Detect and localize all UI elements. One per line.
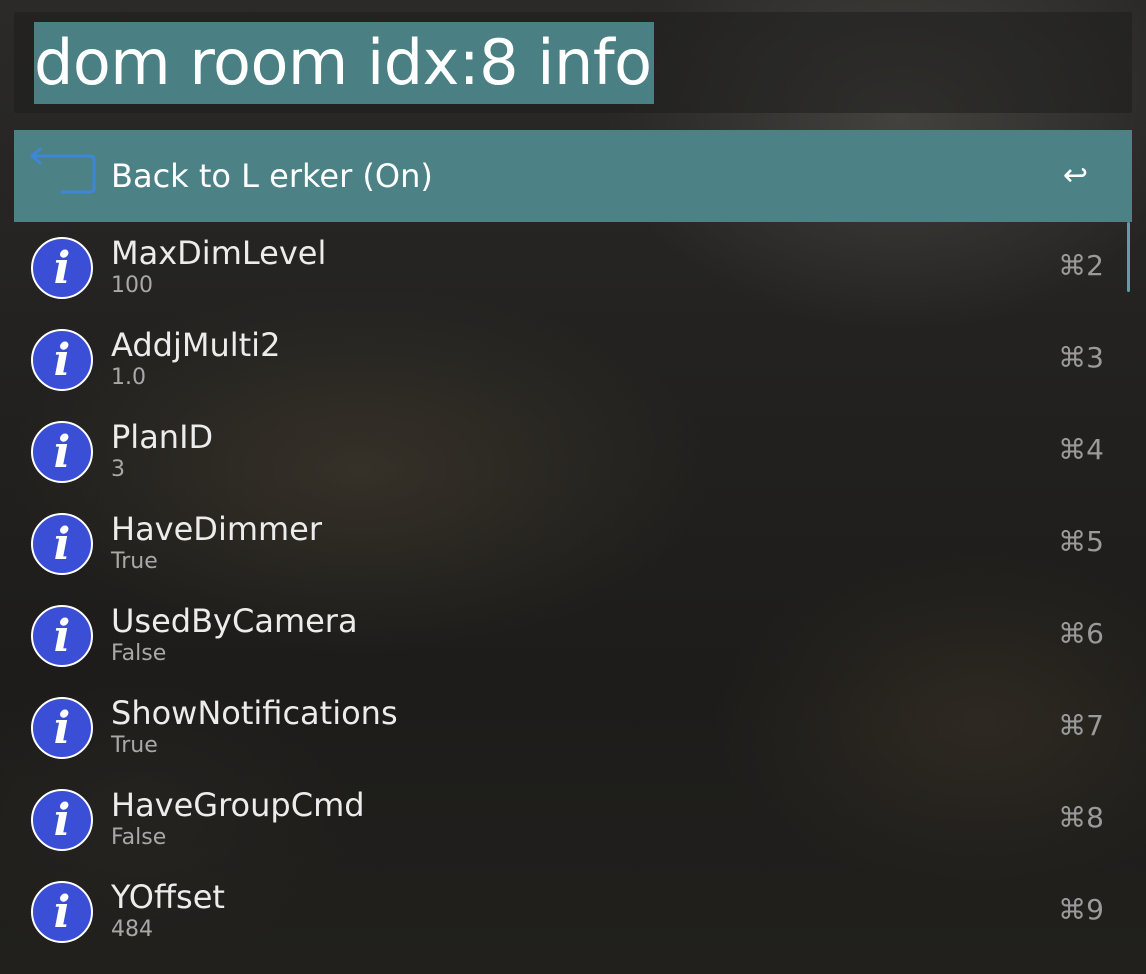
result-title: HaveDimmer <box>111 510 323 548</box>
result-row[interactable]: i HaveDimmer True ⌘5 <box>14 498 1132 590</box>
result-row-back[interactable]: Back to L erker (On) ↩ <box>14 130 1132 222</box>
result-title: PlanID <box>111 418 214 456</box>
info-icon: i <box>31 513 93 575</box>
result-title: YOffset <box>111 878 225 916</box>
return-key-icon: ↩ <box>1062 158 1088 193</box>
result-subtitle: 484 <box>111 917 153 942</box>
result-title: UsedByCamera <box>111 602 358 640</box>
result-shortcut: ⌘9 <box>1058 893 1104 926</box>
info-icon: i <box>31 237 93 299</box>
result-subtitle: True <box>111 733 158 758</box>
info-icon: i <box>31 697 93 759</box>
result-shortcut: ⌘3 <box>1058 341 1104 374</box>
info-icon: i <box>31 789 93 851</box>
result-row[interactable]: i ShowNotifications True ⌘7 <box>14 682 1132 774</box>
result-row[interactable]: i MaxDimLevel 100 ⌘2 <box>14 222 1132 314</box>
svg-text:i: i <box>54 887 71 938</box>
result-subtitle: False <box>111 641 167 666</box>
result-title: HaveGroupCmd <box>111 786 365 824</box>
svg-text:i: i <box>54 611 71 662</box>
search-input[interactable]: dom room idx:8 info <box>34 22 654 104</box>
svg-text:i: i <box>54 243 71 294</box>
result-row[interactable]: i UsedByCamera False ⌘6 <box>14 590 1132 682</box>
info-icon: i <box>31 881 93 943</box>
result-shortcut: ⌘8 <box>1058 801 1104 834</box>
back-arrow-icon <box>30 147 96 194</box>
results-list: Back to L erker (On) ↩ i MaxDimLevel 100… <box>14 130 1132 958</box>
info-icon: i <box>31 421 93 483</box>
result-shortcut: ⌘2 <box>1058 249 1104 282</box>
result-title: MaxDimLevel <box>111 234 327 272</box>
info-icon: i <box>31 605 93 667</box>
result-shortcut: ⌘4 <box>1058 433 1104 466</box>
result-title: Back to L erker (On) <box>111 157 433 195</box>
result-shortcut: ⌘7 <box>1058 709 1104 742</box>
info-icon: i <box>31 329 93 391</box>
result-row[interactable]: i HaveGroupCmd False ⌘8 <box>14 774 1132 866</box>
svg-text:i: i <box>54 519 71 570</box>
svg-text:i: i <box>54 335 71 386</box>
svg-text:i: i <box>54 427 71 478</box>
result-subtitle: True <box>111 549 158 574</box>
result-title: AddjMulti2 <box>111 326 281 364</box>
svg-text:i: i <box>54 703 71 754</box>
result-subtitle: 3 <box>111 457 125 482</box>
result-shortcut: ⌘6 <box>1058 617 1104 650</box>
result-title: ShowNotifications <box>111 694 398 732</box>
svg-text:i: i <box>54 795 71 846</box>
result-subtitle: False <box>111 825 167 850</box>
result-row[interactable]: i YOffset 484 ⌘9 <box>14 866 1132 958</box>
result-row[interactable]: i PlanID 3 ⌘4 <box>14 406 1132 498</box>
scrollbar[interactable] <box>1127 222 1130 292</box>
launcher-window: dom room idx:8 info Back to L erker (On)… <box>0 0 1146 974</box>
result-shortcut: ⌘5 <box>1058 525 1104 558</box>
result-row[interactable]: i AddjMulti2 1.0 ⌘3 <box>14 314 1132 406</box>
result-subtitle: 100 <box>111 273 153 298</box>
result-subtitle: 1.0 <box>111 365 146 390</box>
